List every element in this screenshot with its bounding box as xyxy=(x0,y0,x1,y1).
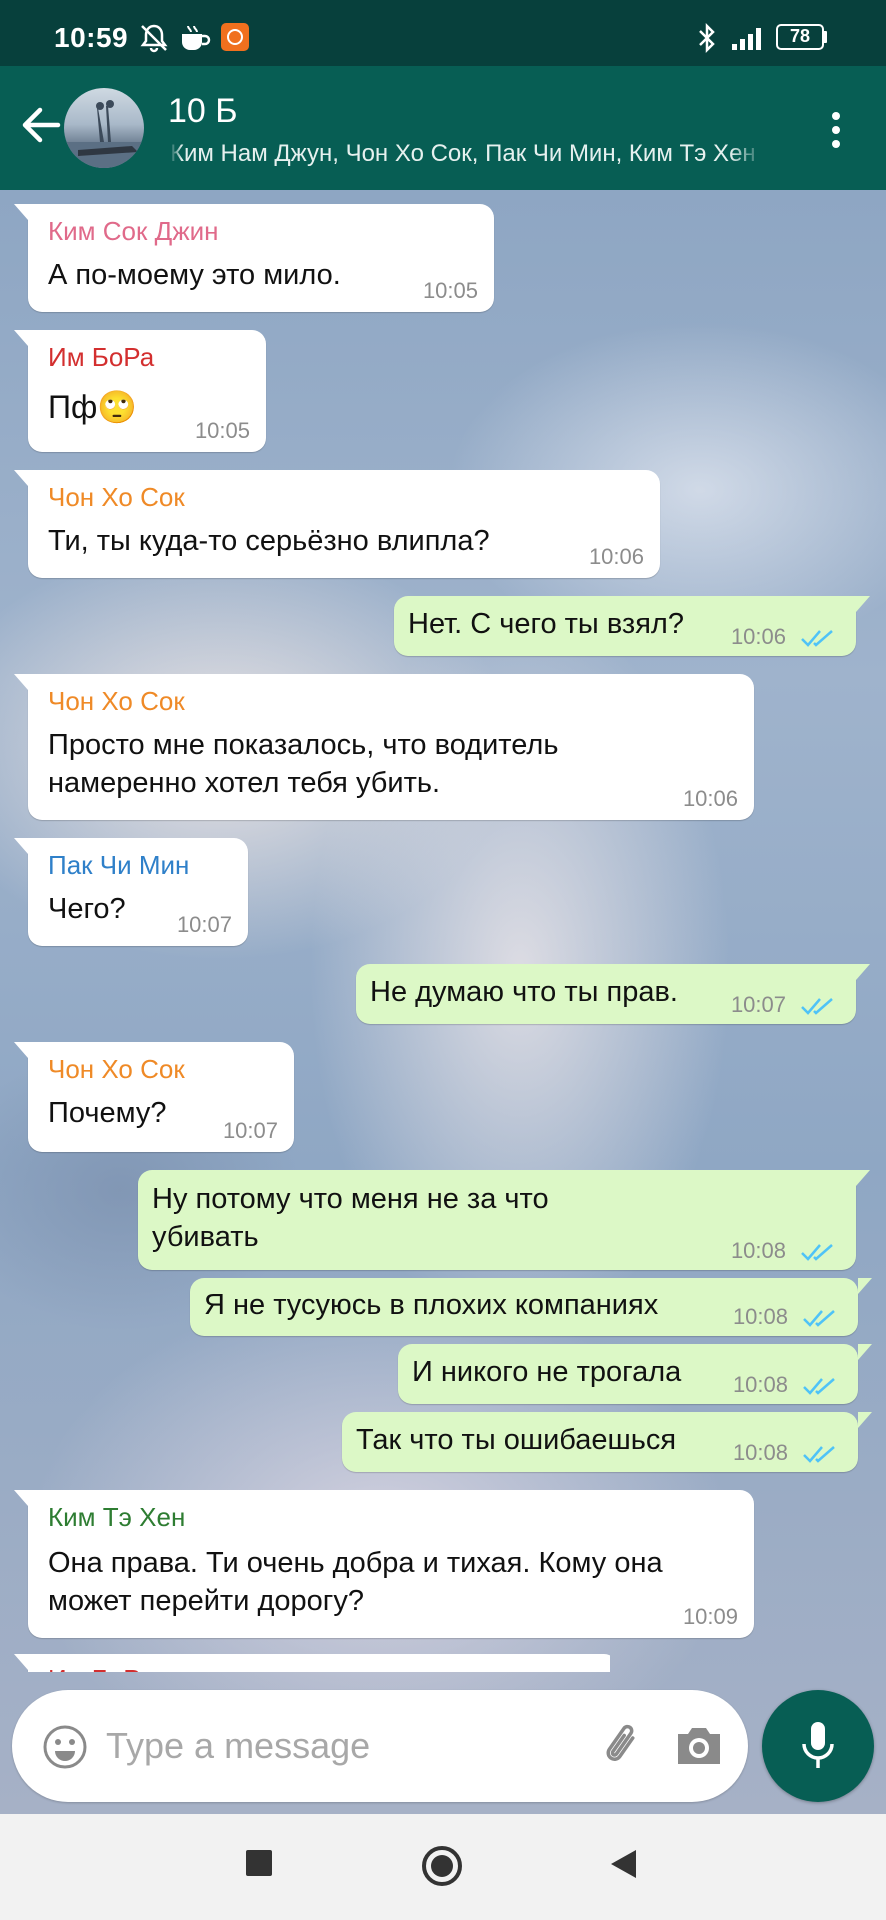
message-text: Почему? xyxy=(48,1097,167,1129)
message-sender: Им БоРа xyxy=(48,342,155,372)
triangle-back-icon[interactable] xyxy=(608,1848,638,1880)
message-text-line: намеренно хотел тебя убить. xyxy=(48,767,441,799)
message-sender: Пак Чи Мин xyxy=(48,850,190,880)
coffee-icon xyxy=(182,25,211,50)
message-composer xyxy=(12,1690,748,1802)
message-time: 10:08 xyxy=(730,1238,786,1263)
signal-icon xyxy=(732,28,761,50)
emoji-icon[interactable] xyxy=(42,1724,88,1770)
message-text-line: убивать xyxy=(152,1221,259,1253)
camera-icon[interactable] xyxy=(674,1724,724,1768)
message-time: 10:07 xyxy=(176,912,232,937)
message-text: Не думаю что ты прав. xyxy=(370,976,678,1008)
message-time: 10:06 xyxy=(730,624,786,649)
chat-header: 10 Б Ким Нам Джун, Чон Хо Сок, Пак Чи Ми… xyxy=(0,66,886,190)
message-outgoing[interactable]: Так что ты ошибаешься 10:08 xyxy=(342,1412,872,1472)
read-ticks-icon xyxy=(803,1446,835,1463)
message-time: 10:08 xyxy=(732,1304,788,1329)
message-incoming[interactable]: Пак Чи Мин Чего? 10:07 xyxy=(14,838,248,946)
avatar-photo xyxy=(64,100,144,168)
chat-members[interactable]: Ким Нам Джун, Чон Хо Сок, Пак Чи Мин, Ки… xyxy=(170,140,764,168)
message-time: 10:09 xyxy=(682,1604,738,1629)
message-time: 10:05 xyxy=(422,278,478,303)
read-ticks-icon xyxy=(801,630,833,647)
mi-app-icon xyxy=(221,23,249,51)
group-avatar[interactable] xyxy=(64,88,144,168)
system-nav-bar xyxy=(0,1814,886,1920)
message-text: Чего? xyxy=(48,893,126,925)
message-text-line: Ну потому что меня не за что xyxy=(152,1183,549,1215)
message-text: Ти, ты куда-то серьёзно влипла? xyxy=(48,525,490,557)
message-sender: Им БоРа xyxy=(48,1664,154,1672)
message-outgoing[interactable]: И никого не трогала 10:08 xyxy=(398,1344,872,1404)
circle-icon[interactable] xyxy=(420,1844,464,1888)
message-outgoing[interactable]: Ну потому что меня не за что убивать 10:… xyxy=(138,1170,870,1270)
message-incoming[interactable]: Чон Хо Сок Просто мне показалось, что во… xyxy=(14,674,754,820)
message-incoming[interactable]: Ким Тэ Хен Она права. Ти очень добра и т… xyxy=(14,1490,754,1638)
message-text: Нет. С чего ты взял? xyxy=(408,608,684,640)
paperclip-icon[interactable] xyxy=(596,1720,648,1772)
bluetooth-icon xyxy=(699,22,715,54)
battery-icon: 78 xyxy=(776,24,827,50)
chat-title[interactable]: 10 Б xyxy=(168,92,238,131)
status-time: 10:59 xyxy=(54,22,129,53)
message-sender: Ким Сок Джин xyxy=(48,216,219,246)
message-text: И никого не трогала xyxy=(412,1356,682,1388)
message-text-line: может перейти дорогу? xyxy=(48,1585,364,1617)
message-time: 10:07 xyxy=(730,992,786,1017)
mic-icon xyxy=(802,1722,834,1768)
message-time: 10:06 xyxy=(588,544,644,569)
message-input[interactable] xyxy=(104,1720,488,1772)
message-time: 10:07 xyxy=(222,1118,278,1143)
message-list[interactable]: Ким Сок Джин А по-моему это мило. 10:05 … xyxy=(0,190,886,1814)
message-incoming[interactable]: Им БоРа xyxy=(14,1654,610,1672)
read-ticks-icon xyxy=(801,998,833,1015)
message-clip: Им БоРа xyxy=(10,1654,610,1672)
message-sender: Ким Тэ Хен xyxy=(48,1502,186,1532)
square-icon[interactable] xyxy=(244,1848,274,1878)
arrow-left-icon[interactable] xyxy=(18,102,64,148)
mic-button[interactable] xyxy=(762,1690,874,1802)
battery-level: 78 xyxy=(789,26,811,46)
message-text: Я не тусуюсь в плохих компаниях xyxy=(204,1289,659,1321)
message-outgoing[interactable]: Не думаю что ты прав. 10:07 xyxy=(356,964,870,1024)
message-outgoing[interactable]: Нет. С чего ты взял? 10:06 xyxy=(394,596,870,656)
message-text: Так что ты ошибаешься xyxy=(356,1424,677,1456)
read-ticks-icon xyxy=(803,1310,835,1327)
message-sender: Чон Хо Сок xyxy=(48,1054,185,1084)
message-time: 10:08 xyxy=(732,1440,788,1465)
message-time: 10:05 xyxy=(194,418,250,443)
read-ticks-icon xyxy=(803,1378,835,1395)
more-vert-icon[interactable] xyxy=(822,110,850,150)
read-ticks-icon xyxy=(801,1244,833,1261)
message-text-line: Просто мне показалось, что водитель xyxy=(48,729,559,761)
message-time: 10:08 xyxy=(732,1372,788,1397)
muted-bell-icon xyxy=(140,24,168,53)
message-sender: Чон Хо Сок xyxy=(48,686,185,716)
message-incoming[interactable]: Ким Сок Джин А по-моему это мило. 10:05 xyxy=(14,204,494,312)
message-incoming[interactable]: Чон Хо Сок Почему? 10:07 xyxy=(14,1042,294,1152)
message-text-line: Она права. Ти очень добра и тихая. Кому … xyxy=(48,1547,663,1579)
message-sender: Чон Хо Сок xyxy=(48,482,185,512)
message-text: Пф🙄 xyxy=(48,389,138,425)
status-bar: 10:59 78 xyxy=(0,0,886,66)
message-outgoing[interactable]: Я не тусуюсь в плохих компаниях 10:08 xyxy=(190,1278,872,1336)
message-incoming[interactable]: Им БоРа Пф🙄 10:05 xyxy=(14,330,266,452)
message-text: А по-моему это мило. xyxy=(48,259,341,291)
message-incoming[interactable]: Чон Хо Сок Ти, ты куда-то серьёзно влипл… xyxy=(14,470,660,578)
message-time: 10:06 xyxy=(682,786,738,811)
